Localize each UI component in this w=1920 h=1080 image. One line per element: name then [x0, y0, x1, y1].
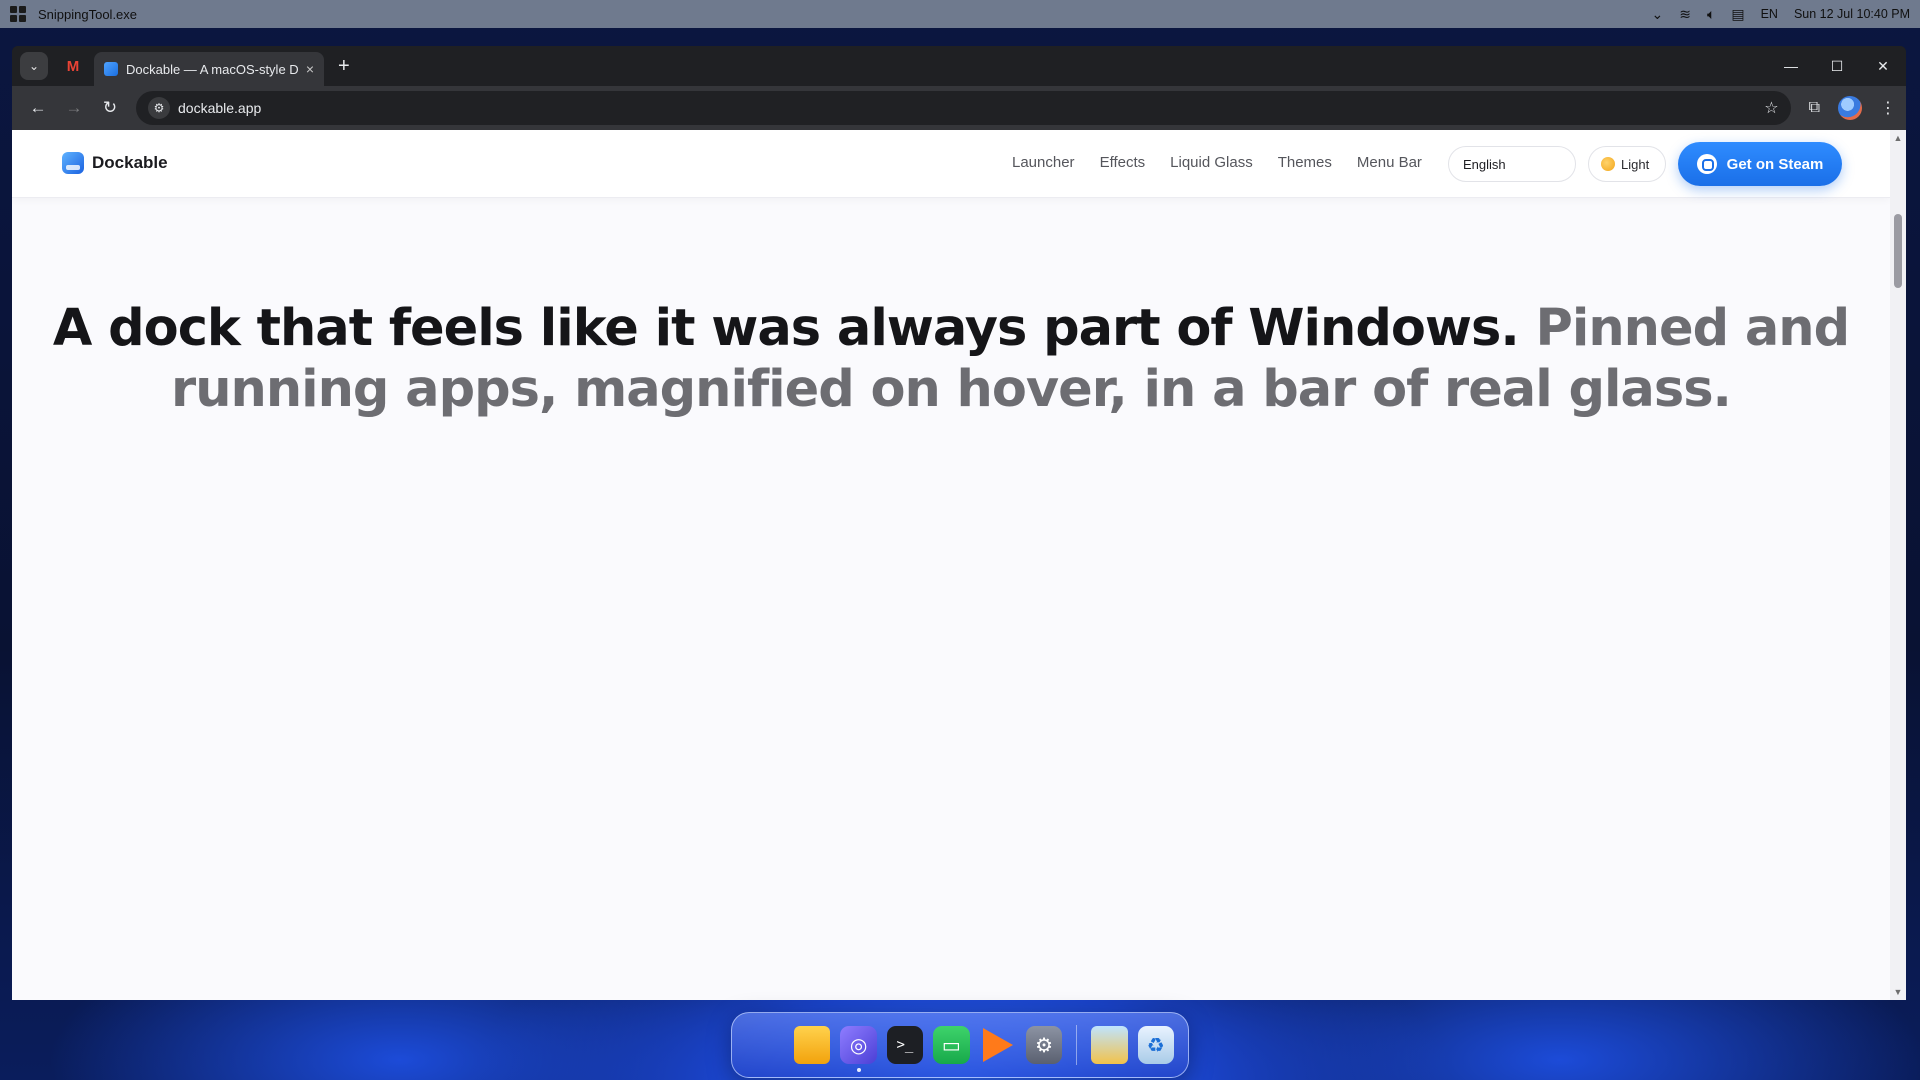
nav-effects[interactable]: Effects	[1100, 154, 1146, 171]
chevron-down-icon: ⌄	[28, 59, 40, 73]
theme-toggle-label: Light	[1621, 156, 1650, 172]
dockable-logo-icon	[62, 152, 84, 174]
tab-search-button[interactable]: ⌄	[20, 52, 48, 80]
system-top-bar: SnippingTool.exe ⌄ ≋ 🔈︎ ▤ EN Sun 12 Jul …	[0, 0, 1920, 28]
dock: ◎ >_ ▭ ⚙ ♻	[731, 1012, 1189, 1078]
input-language[interactable]: EN	[1761, 7, 1778, 21]
hero-lead: A dock that feels like it was always par…	[52, 299, 1520, 358]
nav-liquid-glass[interactable]: Liquid Glass	[1170, 154, 1253, 171]
recycle-bin-icon[interactable]: ♻	[1137, 1026, 1174, 1064]
gmail-pinned-tab[interactable]: M	[56, 52, 90, 80]
forward-button[interactable]: →	[58, 92, 90, 124]
language-select[interactable]: English	[1448, 146, 1576, 182]
terminal-icon[interactable]: >_	[886, 1026, 924, 1064]
tab-title: Dockable — A macOS-style Do	[126, 61, 298, 77]
scroll-up-icon[interactable]: ▲	[1890, 130, 1906, 146]
new-tab-button[interactable]: +	[338, 55, 350, 78]
minimize-button[interactable]: —	[1768, 46, 1814, 86]
bookmark-star-icon[interactable]: ☆	[1764, 98, 1778, 118]
scroll-down-icon[interactable]: ▼	[1890, 984, 1906, 1000]
get-on-steam-button[interactable]: Get on Steam	[1678, 142, 1842, 186]
scrollbar-thumb[interactable]	[1894, 214, 1902, 288]
dock-separator	[1076, 1025, 1078, 1065]
file-explorer-icon[interactable]	[794, 1026, 831, 1064]
address-bar-url[interactable]: dockable.app	[178, 100, 1764, 116]
steam-icon	[1696, 154, 1717, 174]
address-bar[interactable]: ⚙ dockable.app ☆	[136, 91, 1791, 125]
site-nav: Launcher Effects Liquid Glass Themes Men…	[1012, 154, 1422, 171]
gmail-icon: M	[66, 57, 80, 75]
brand[interactable]: Dockable	[62, 152, 168, 174]
sun-icon	[1601, 157, 1615, 171]
reload-button[interactable]: ↻	[94, 92, 126, 124]
brand-name: Dockable	[92, 153, 168, 172]
tab-close-icon[interactable]: ×	[306, 61, 314, 77]
extensions-icon[interactable]: ⧉	[1809, 99, 1820, 117]
browser-menu-icon[interactable]: ⋮	[1880, 98, 1896, 118]
active-app-title: SnippingTool.exe	[38, 6, 138, 22]
site-header: Dockable Launcher Effects Liquid Glass T…	[12, 130, 1890, 198]
settings-gear-icon[interactable]: ⚙	[1025, 1026, 1063, 1064]
close-window-button[interactable]: ✕	[1860, 46, 1906, 86]
running-indicator	[857, 1068, 862, 1072]
get-on-steam-label: Get on Steam	[1726, 155, 1824, 173]
site-info-icon[interactable]: ⚙	[148, 97, 170, 119]
notification-icon[interactable]: ▤	[1731, 6, 1744, 23]
chevron-down-icon[interactable]: ⌄	[1651, 6, 1663, 23]
wifi-icon[interactable]: ≋	[1679, 6, 1691, 23]
browser-app-icon[interactable]: ◎	[840, 1026, 877, 1072]
volume-icon[interactable]: 🔈︎	[1707, 6, 1715, 23]
chat-app-icon[interactable]: ▭	[933, 1026, 970, 1064]
folder-icon[interactable]	[1091, 1026, 1128, 1064]
tab-strip: ⌄ M Dockable — A macOS-style Do × + — ☐ …	[12, 46, 1906, 86]
page-viewport: Dockable Launcher Effects Liquid Glass T…	[12, 130, 1906, 1000]
maximize-button[interactable]: ☐	[1814, 46, 1860, 86]
nav-launcher[interactable]: Launcher	[1012, 154, 1075, 171]
nav-menu-bar[interactable]: Menu Bar	[1357, 154, 1422, 171]
start-menu-icon[interactable]	[746, 1026, 784, 1064]
page-scrollbar[interactable]: ▲ ▼	[1890, 130, 1906, 1000]
nav-themes[interactable]: Themes	[1278, 154, 1332, 171]
dockable-favicon-icon	[104, 62, 118, 76]
theme-toggle[interactable]: Light	[1588, 146, 1666, 182]
media-player-icon[interactable]	[980, 1026, 1016, 1064]
profile-avatar[interactable]	[1838, 96, 1862, 120]
active-tab[interactable]: Dockable — A macOS-style Do ×	[94, 52, 324, 86]
app-grid-icon[interactable]	[10, 6, 26, 22]
clock[interactable]: Sun 12 Jul 10:40 PM	[1794, 7, 1910, 21]
window-controls: — ☐ ✕	[1768, 46, 1906, 86]
system-tray: ⌄ ≋ 🔈︎ ▤ EN Sun 12 Jul 10:40 PM	[1651, 6, 1910, 23]
browser-window: ⌄ M Dockable — A macOS-style Do × + — ☐ …	[12, 46, 1906, 1000]
browser-toolbar: ← → ↻ ⚙ dockable.app ☆ ⧉ ⋮	[12, 86, 1906, 130]
language-select-value: English	[1463, 156, 1506, 172]
hero-headline: A dock that feels like it was always par…	[12, 298, 1890, 420]
back-button[interactable]: ←	[22, 92, 54, 124]
